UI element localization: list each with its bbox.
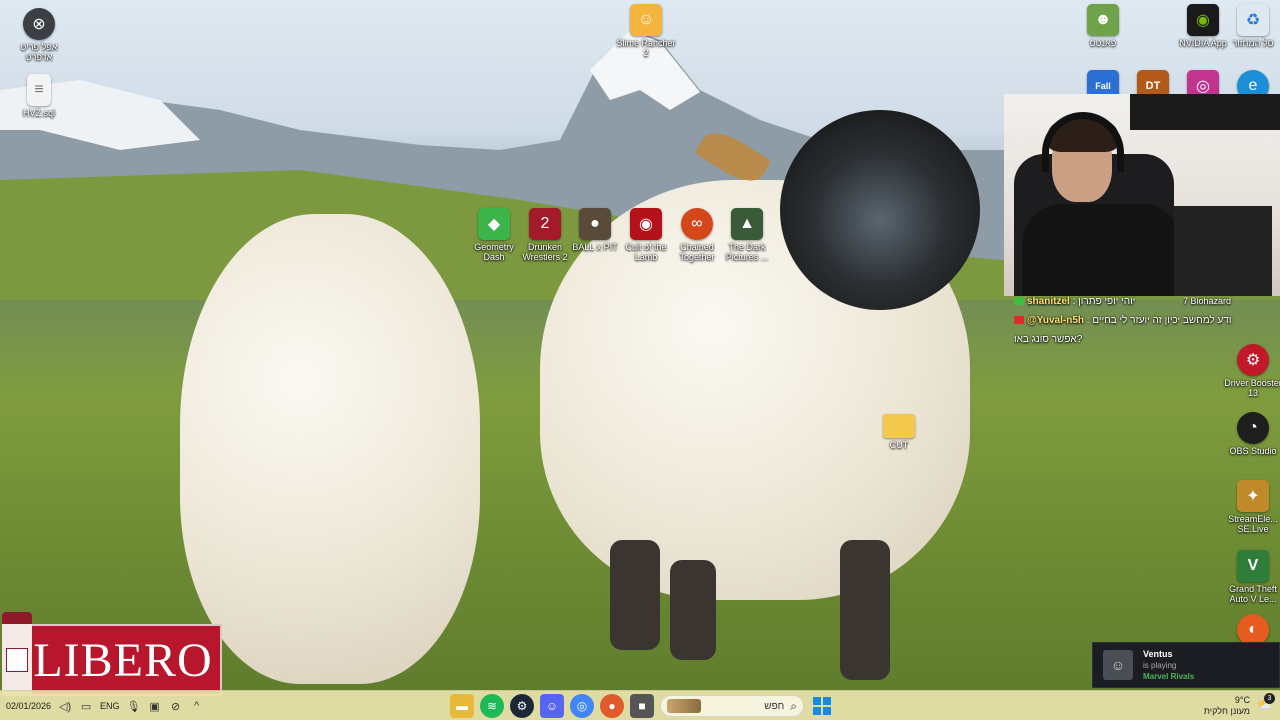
youtube-icon (1014, 316, 1024, 325)
notification-status: is playing (1143, 661, 1177, 670)
display-icon[interactable]: ▣ (148, 700, 162, 713)
notification-center-icon[interactable]: ⛅ 3 (1256, 693, 1275, 714)
chained-together-icon: ∞ (681, 208, 713, 240)
desktop-icon-slime-rancher[interactable]: ☺ Slime Rancher 2 (615, 4, 677, 58)
desktop-icon-app[interactable]: ⊗ אפל פריט אדפרט (8, 8, 70, 62)
geometry-dash-icon: ◆ (478, 208, 510, 240)
drunken-wrestlers-icon: 2 (529, 208, 561, 240)
desktop: ⊗ אפל פריט אדפרט ≡ HVZ.sql ☺ Slime Ranch… (0, 0, 1280, 720)
sheep-leg (670, 560, 716, 660)
chat-username: @Yuval-n5h (1027, 315, 1084, 326)
taskbar: 02/01/2026 ◁) ▭ ENG 🎙 ▣ ⊘ ^ ▬ ≋ ⚙ ☺ ◎ ● … (0, 690, 1280, 720)
desktop-icon-hvz-sql[interactable]: ≡ HVZ.sql (8, 74, 70, 118)
ball-x-pit-icon: ● (579, 208, 611, 240)
desktop-icon-game-character[interactable]: ☻ פאנטס (1072, 4, 1134, 48)
sheep-face (780, 110, 980, 310)
webcam-person-body (1022, 204, 1182, 296)
chat-badge-icon (1014, 297, 1024, 306)
recycle-bin-icon: ♻ (1237, 4, 1269, 36)
volume-icon[interactable]: ◁) (58, 700, 72, 713)
desktop-icon-driver-booster[interactable]: ⚙ Driver Booster 13 (1222, 344, 1280, 398)
desktop-icon-recycle-bin[interactable]: ♻ סל המחזור (1222, 4, 1280, 48)
notification-count: 3 (1264, 693, 1275, 704)
notification-title: Ventus (1143, 649, 1173, 659)
taskbar-system-tray: 02/01/2026 ◁) ▭ ENG 🎙 ▣ ⊘ ^ (6, 691, 204, 720)
clock-date[interactable]: 02/01/2026 (6, 701, 51, 711)
sheep-leg (840, 540, 890, 680)
desktop-icon-streamelements[interactable]: ✦ StreamEle... SE.Live (1222, 480, 1280, 534)
file-icon: ≡ (27, 74, 51, 106)
weather-temp: 9°C (1234, 695, 1250, 705)
avatar: ☺ (1103, 650, 1133, 680)
webcam-desk (1174, 206, 1272, 296)
chat-message: @Yuval-n5h : ודע למחשב יכיון זה יועזר לי… (1014, 311, 1250, 330)
chat-message: shanitzel : יוהי יופי פתרון (1014, 292, 1250, 311)
gta-v-icon: V (1237, 550, 1269, 582)
chat-message: אפשר סונג באו? (1014, 330, 1250, 349)
discord-icon[interactable]: ☺ (540, 694, 564, 718)
sponsor-banner: LIBERO (24, 624, 222, 696)
notification-game: Marvel Rivals (1143, 672, 1195, 681)
spotify-icon[interactable]: ≋ (480, 694, 504, 718)
chat-text: ודע למחשב יכיון זה יועזר לי בחיים (1092, 315, 1232, 326)
taskbar-apps: ▬ ≋ ⚙ ☺ ◎ ● ■ ⌕ חפש (450, 691, 834, 720)
steam-icon[interactable]: ⚙ (510, 694, 534, 718)
network-icon[interactable]: ▭ (79, 700, 93, 713)
search-highlight-image (667, 699, 701, 713)
sponsor-overlay: LIBERO (0, 612, 222, 696)
taskbar-widgets: ⛅ 3 9°C מעונן חלקית (1204, 693, 1275, 719)
desktop-icon-gta-v[interactable]: V Grand Theft Auto V Le... (1222, 550, 1280, 604)
chrome-icon[interactable]: ◎ (570, 694, 594, 718)
game-character-icon: ☻ (1087, 4, 1119, 36)
paint-icon[interactable]: ● (600, 694, 624, 718)
weather-widget[interactable]: 9°C מעונן חלקית (1204, 695, 1250, 717)
desktop-icon-obs[interactable]: ◔ OBS Studio (1222, 412, 1280, 456)
start-button[interactable] (810, 694, 834, 718)
microphone-icon[interactable]: 🎙 (127, 700, 141, 713)
webcam-overlay (1004, 94, 1280, 296)
file-explorer-icon[interactable]: ▬ (450, 694, 474, 718)
streamelements-icon: ✦ (1237, 480, 1269, 512)
chat-text: אפשר סונג באו? (1014, 334, 1083, 345)
app-window-icon[interactable]: ■ (630, 694, 654, 718)
webcam-shelf (1130, 94, 1280, 130)
desktop-icon-cut-folder[interactable]: CUT (868, 414, 930, 450)
chat-username: shanitzel (1027, 296, 1070, 307)
folder-icon (883, 414, 915, 438)
cult-of-the-lamb-icon: ◉ (630, 208, 662, 240)
perfume-bottle-icon (2, 612, 32, 696)
nvidia-icon: ◉ (1187, 4, 1219, 36)
webcam-headset (1042, 112, 1124, 172)
app-circle-icon: ⊗ (23, 8, 55, 40)
sheep-left (180, 214, 480, 684)
taskbar-search[interactable]: ⌕ חפש (660, 695, 804, 717)
desktop-icon-dark-pictures[interactable]: ▲ The Dark Pictures ... (716, 208, 778, 262)
language-indicator[interactable]: ENG (100, 701, 120, 711)
dark-pictures-icon: ▲ (731, 208, 763, 240)
notifications-muted-icon[interactable]: ⊘ (169, 700, 183, 713)
sponsor-brand: LIBERO (33, 633, 213, 687)
stream-chat-overlay: shanitzel : יוהי יופי פתרון @Yuval-n5h :… (1014, 292, 1250, 349)
chat-text: יוהי יופי פתרון (1078, 296, 1136, 307)
obs-icon: ◔ (1237, 412, 1269, 444)
search-placeholder: חפש (764, 700, 785, 712)
sheep-leg (610, 540, 660, 650)
weather-desc: מעונן חלקית (1203, 706, 1250, 716)
slime-rancher-icon: ☺ (630, 4, 662, 36)
chevron-up-icon[interactable]: ^ (190, 700, 204, 712)
friend-activity-notification[interactable]: ☺ Ventus is playing Marvel Rivals (1092, 642, 1280, 688)
search-icon: ⌕ (790, 698, 797, 713)
